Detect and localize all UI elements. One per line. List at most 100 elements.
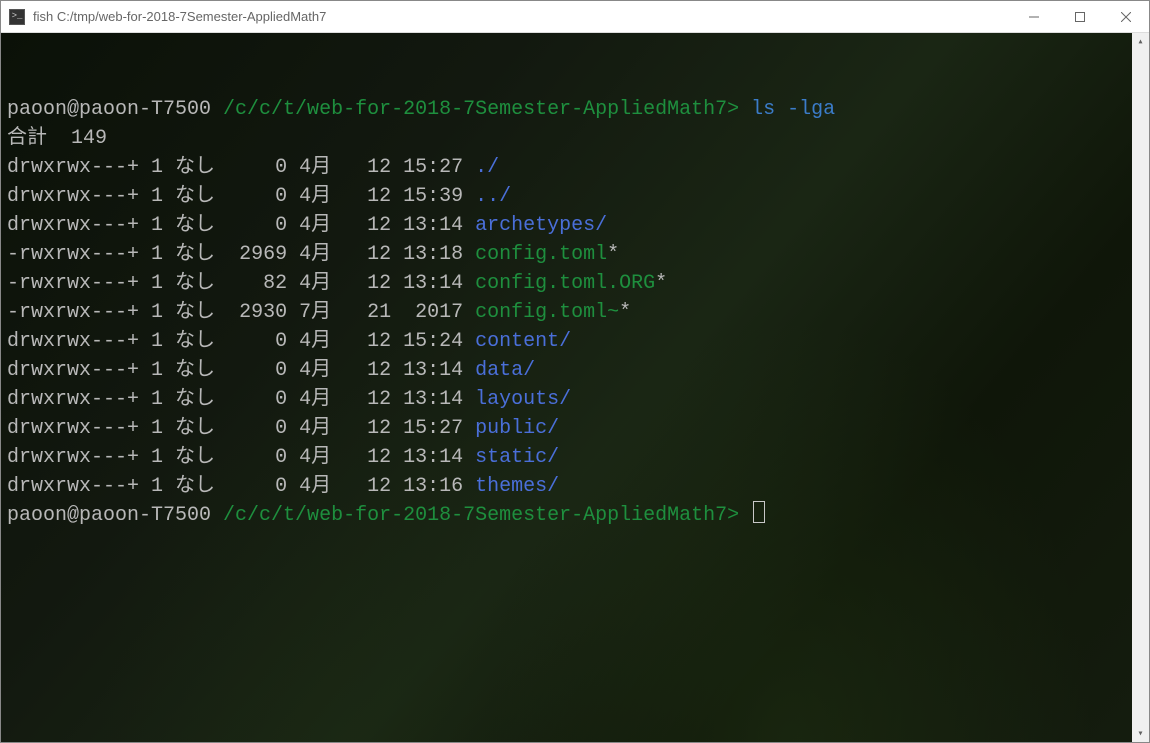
ls-links: 1 xyxy=(151,156,175,179)
ls-filename: static/ xyxy=(475,446,559,469)
ls-filename: ../ xyxy=(475,185,511,208)
ls-size: 0 xyxy=(227,446,299,469)
ls-row: drwxrwx---+ 1 なし 0 4月 12 13:16 themes/ xyxy=(7,472,1126,501)
ls-row: drwxrwx---+ 1 なし 0 4月 12 13:14 layouts/ xyxy=(7,385,1126,414)
maximize-button[interactable] xyxy=(1057,1,1103,32)
ls-links: 1 xyxy=(151,446,175,469)
ls-month: 4月 xyxy=(299,359,355,382)
prompt-userhost: paoon@paoon-T7500 xyxy=(7,504,223,527)
ls-permissions: drwxrwx---+ xyxy=(7,446,151,469)
ls-owner: なし xyxy=(175,446,227,469)
ls-owner: なし xyxy=(175,359,227,382)
scroll-up-icon[interactable]: ▴ xyxy=(1132,33,1149,50)
ls-day: 21 xyxy=(355,301,403,324)
ls-time: 13:14 xyxy=(403,446,475,469)
ls-permissions: drwxrwx---+ xyxy=(7,185,151,208)
ls-day: 12 xyxy=(355,446,403,469)
prompt-path: /c/c/t/web-for-2018-7Semester-AppliedMat… xyxy=(223,98,727,121)
ls-time: 13:14 xyxy=(403,272,475,295)
ls-filename: public/ xyxy=(475,417,559,440)
ls-permissions: drwxrwx---+ xyxy=(7,475,151,498)
ls-owner: なし xyxy=(175,185,227,208)
ls-suffix: * xyxy=(655,272,667,295)
ls-day: 12 xyxy=(355,214,403,237)
ls-permissions: drwxrwx---+ xyxy=(7,417,151,440)
vertical-scrollbar[interactable]: ▴ ▾ xyxy=(1132,33,1149,742)
terminal-viewport[interactable]: paoon@paoon-T7500 /c/c/t/web-for-2018-7S… xyxy=(1,33,1132,742)
ls-month: 4月 xyxy=(299,417,355,440)
minimize-button[interactable] xyxy=(1011,1,1057,32)
ls-size: 2969 xyxy=(227,243,299,266)
window-title: fish C:/tmp/web-for-2018-7Semester-Appli… xyxy=(33,9,1011,24)
ls-size: 82 xyxy=(227,272,299,295)
close-icon xyxy=(1121,12,1131,22)
ls-time: 13:14 xyxy=(403,388,475,411)
ls-size: 0 xyxy=(227,475,299,498)
ls-day: 12 xyxy=(355,417,403,440)
ls-row: drwxrwx---+ 1 なし 0 4月 12 15:39 ../ xyxy=(7,182,1126,211)
ls-owner: なし xyxy=(175,301,227,324)
ls-month: 4月 xyxy=(299,475,355,498)
ls-size: 2930 xyxy=(227,301,299,324)
prompt-path: /c/c/t/web-for-2018-7Semester-AppliedMat… xyxy=(223,504,727,527)
ls-owner: なし xyxy=(175,272,227,295)
scroll-track[interactable] xyxy=(1132,50,1149,725)
ls-permissions: drwxrwx---+ xyxy=(7,388,151,411)
ls-links: 1 xyxy=(151,330,175,353)
ls-size: 0 xyxy=(227,156,299,179)
ls-filename: themes/ xyxy=(475,475,559,498)
ls-day: 12 xyxy=(355,359,403,382)
ls-filename: config.toml xyxy=(475,243,607,266)
ls-filename: layouts/ xyxy=(475,388,571,411)
ls-month: 7月 xyxy=(299,301,355,324)
ls-month: 4月 xyxy=(299,243,355,266)
prompt-sep: > xyxy=(727,504,739,527)
ls-row: -rwxrwx---+ 1 なし 2969 4月 12 13:18 config… xyxy=(7,240,1126,269)
ls-day: 12 xyxy=(355,272,403,295)
ls-month: 4月 xyxy=(299,156,355,179)
prompt-userhost: paoon@paoon-T7500 xyxy=(7,98,223,121)
ls-size: 0 xyxy=(227,185,299,208)
ls-row: drwxrwx---+ 1 なし 0 4月 12 13:14 archetype… xyxy=(7,211,1126,240)
ls-permissions: drwxrwx---+ xyxy=(7,330,151,353)
ls-day: 12 xyxy=(355,156,403,179)
ls-links: 1 xyxy=(151,185,175,208)
ls-day: 12 xyxy=(355,185,403,208)
ls-links: 1 xyxy=(151,214,175,237)
ls-permissions: drwxrwx---+ xyxy=(7,214,151,237)
ls-row: -rwxrwx---+ 1 なし 2930 7月 21 2017 config.… xyxy=(7,298,1126,327)
ls-row: drwxrwx---+ 1 なし 0 4月 12 13:14 static/ xyxy=(7,443,1126,472)
ls-owner: なし xyxy=(175,475,227,498)
close-button[interactable] xyxy=(1103,1,1149,32)
ls-size: 0 xyxy=(227,330,299,353)
ls-permissions: -rwxrwx---+ xyxy=(7,243,151,266)
ls-filename: ./ xyxy=(475,156,499,179)
ls-row: -rwxrwx---+ 1 なし 82 4月 12 13:14 config.t… xyxy=(7,269,1126,298)
ls-month: 4月 xyxy=(299,446,355,469)
ls-filename: data/ xyxy=(475,359,535,382)
ls-time: 13:18 xyxy=(403,243,475,266)
ls-filename: content/ xyxy=(475,330,571,353)
ls-owner: なし xyxy=(175,156,227,179)
ls-size: 0 xyxy=(227,359,299,382)
ls-filename: config.toml.ORG xyxy=(475,272,655,295)
ls-day: 12 xyxy=(355,475,403,498)
ls-row: drwxrwx---+ 1 なし 0 4月 12 15:27 ./ xyxy=(7,153,1126,182)
ls-links: 1 xyxy=(151,243,175,266)
ls-permissions: -rwxrwx---+ xyxy=(7,301,151,324)
ls-month: 4月 xyxy=(299,185,355,208)
ls-time: 15:39 xyxy=(403,185,475,208)
ls-time: 2017 xyxy=(403,301,475,324)
ls-day: 12 xyxy=(355,388,403,411)
ls-time: 15:27 xyxy=(403,417,475,440)
terminal-cursor xyxy=(753,501,765,523)
scroll-down-icon[interactable]: ▾ xyxy=(1132,725,1149,742)
terminal-app-icon: >_ xyxy=(9,9,25,25)
ls-total-line: 合計 149 xyxy=(7,127,107,150)
titlebar[interactable]: >_ fish C:/tmp/web-for-2018-7Semester-Ap… xyxy=(1,1,1149,33)
ls-day: 12 xyxy=(355,330,403,353)
ls-row: drwxrwx---+ 1 なし 0 4月 12 15:24 content/ xyxy=(7,327,1126,356)
ls-filename: archetypes/ xyxy=(475,214,607,237)
terminal-window: >_ fish C:/tmp/web-for-2018-7Semester-Ap… xyxy=(0,0,1150,743)
ls-owner: なし xyxy=(175,214,227,237)
